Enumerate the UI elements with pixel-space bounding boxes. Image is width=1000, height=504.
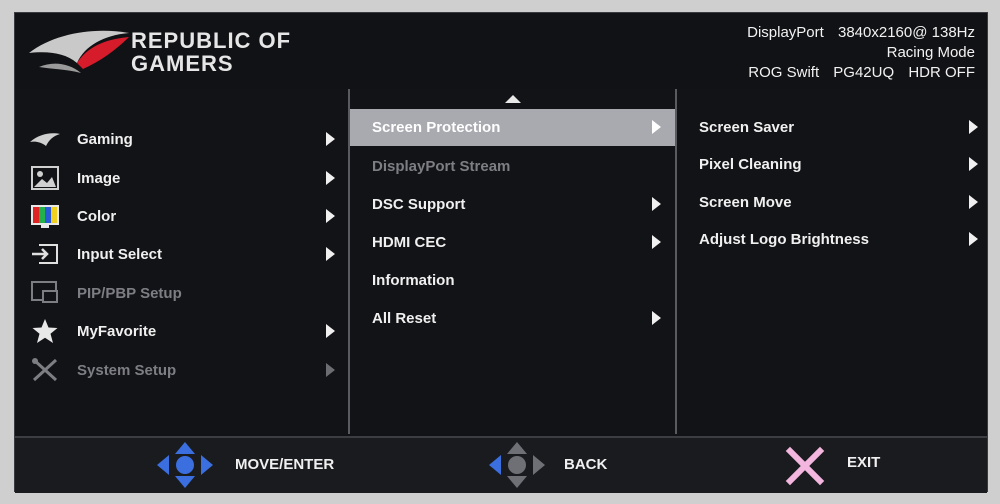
menu-item-label: Color [77, 208, 117, 225]
chevron-right-icon [969, 120, 978, 134]
option-pixel-cleaning[interactable]: Pixel Cleaning [677, 148, 987, 180]
chevron-right-icon [969, 195, 978, 209]
menu-item-input-select[interactable]: Input Select [15, 238, 348, 270]
submenu-item-all-reset[interactable]: All Reset [350, 302, 675, 334]
osd-footer: MOVE/ENTER BACK EXIT [15, 436, 987, 493]
menu-item-label: MyFavorite [77, 323, 157, 340]
options-panel: Screen Saver Pixel Cleaning Screen Move … [677, 89, 987, 434]
rog-logo-icon [29, 30, 129, 73]
submenu-item-displayport-stream[interactable]: DisplayPort Stream [350, 150, 675, 182]
submenu-item-dsc-support[interactable]: DSC Support [350, 188, 675, 220]
chevron-right-icon [652, 235, 661, 249]
close-icon [785, 446, 825, 486]
option-adjust-logo-brightness[interactable]: Adjust Logo Brightness [677, 223, 987, 255]
brand-line-1: REPUBLIC OF [131, 28, 292, 53]
chevron-right-icon [969, 157, 978, 171]
menu-item-color[interactable]: Color [15, 200, 348, 232]
model-name: ROG Swift [748, 64, 820, 81]
main-menu: Gaming Image Color Input Select PIP/PBP … [15, 89, 350, 434]
option-screen-saver[interactable]: Screen Saver [677, 111, 987, 143]
submenu-item-label: Information [372, 272, 455, 289]
rog-eye-icon [30, 133, 60, 146]
chevron-right-icon [326, 324, 335, 338]
resolution-refresh: 3840x2160@ 138Hz [838, 24, 975, 41]
model-code: PG42UQ [833, 64, 895, 81]
scroll-up-icon[interactable] [505, 95, 521, 103]
brand-title: REPUBLIC OF GAMERS [131, 29, 291, 75]
chevron-right-icon [969, 232, 978, 246]
option-label: Screen Move [699, 194, 792, 211]
menu-item-gaming[interactable]: Gaming [15, 123, 348, 155]
back-label: BACK [564, 456, 608, 473]
star-icon [32, 319, 58, 343]
signal-status: DisplayPort 3840x2160@ 138Hz Racing Mode… [737, 23, 975, 83]
menu-item-image[interactable]: Image [15, 162, 348, 194]
menu-item-pip-pbp-setup[interactable]: PIP/PBP Setup [15, 277, 348, 309]
menu-item-label: PIP/PBP Setup [77, 285, 182, 302]
submenu-item-hdmi-cec[interactable]: HDMI CEC [350, 226, 675, 258]
option-screen-move[interactable]: Screen Move [677, 186, 987, 218]
menu-item-label: Gaming [77, 131, 133, 148]
submenu: Screen Protection DisplayPort Stream DSC… [350, 89, 677, 434]
option-label: Pixel Cleaning [699, 156, 802, 173]
input-icon [32, 244, 58, 264]
submenu-item-label: Screen Protection [372, 119, 501, 136]
submenu-item-label: DSC Support [372, 196, 466, 213]
move-enter-label: MOVE/ENTER [235, 456, 335, 473]
submenu-item-label: DisplayPort Stream [372, 158, 511, 175]
option-label: Adjust Logo Brightness [699, 231, 869, 248]
image-icon [31, 166, 59, 190]
joystick-back-icon [489, 442, 545, 488]
exit-control[interactable]: EXIT [785, 438, 905, 493]
chevron-right-icon [326, 209, 335, 223]
chevron-right-icon [326, 247, 335, 261]
hdr-status: HDR OFF [908, 64, 975, 81]
pip-icon [31, 281, 58, 303]
chevron-right-icon [326, 363, 335, 377]
osd-header: REPUBLIC OF GAMERS DisplayPort 3840x2160… [15, 13, 987, 91]
back-control[interactable]: BACK [487, 438, 637, 493]
option-label: Screen Saver [699, 119, 795, 136]
menu-item-label: Image [77, 170, 121, 187]
chevron-right-icon [652, 197, 661, 211]
color-bars-icon [31, 205, 59, 228]
game-mode: Racing Mode [886, 44, 975, 61]
chevron-right-icon [652, 311, 661, 325]
tools-icon [32, 358, 58, 382]
menu-item-label: Input Select [77, 246, 163, 263]
brand-line-2: GAMERS [131, 51, 234, 76]
menu-item-system-setup[interactable]: System Setup [15, 354, 348, 386]
menu-item-label: System Setup [77, 362, 177, 379]
joystick-move-icon [157, 442, 213, 488]
chevron-right-icon [652, 120, 661, 134]
chevron-right-icon [326, 171, 335, 185]
exit-label: EXIT [847, 454, 881, 471]
osd-screen: REPUBLIC OF GAMERS DisplayPort 3840x2160… [14, 12, 988, 493]
move-enter-control[interactable]: MOVE/ENTER [155, 438, 365, 493]
menu-item-myfavorite[interactable]: MyFavorite [15, 315, 348, 347]
input-source: DisplayPort [747, 24, 824, 41]
submenu-item-screen-protection[interactable]: Screen Protection [350, 109, 675, 146]
submenu-item-information[interactable]: Information [350, 264, 675, 296]
chevron-right-icon [326, 132, 335, 146]
submenu-item-label: HDMI CEC [372, 234, 447, 251]
submenu-item-label: All Reset [372, 310, 437, 327]
